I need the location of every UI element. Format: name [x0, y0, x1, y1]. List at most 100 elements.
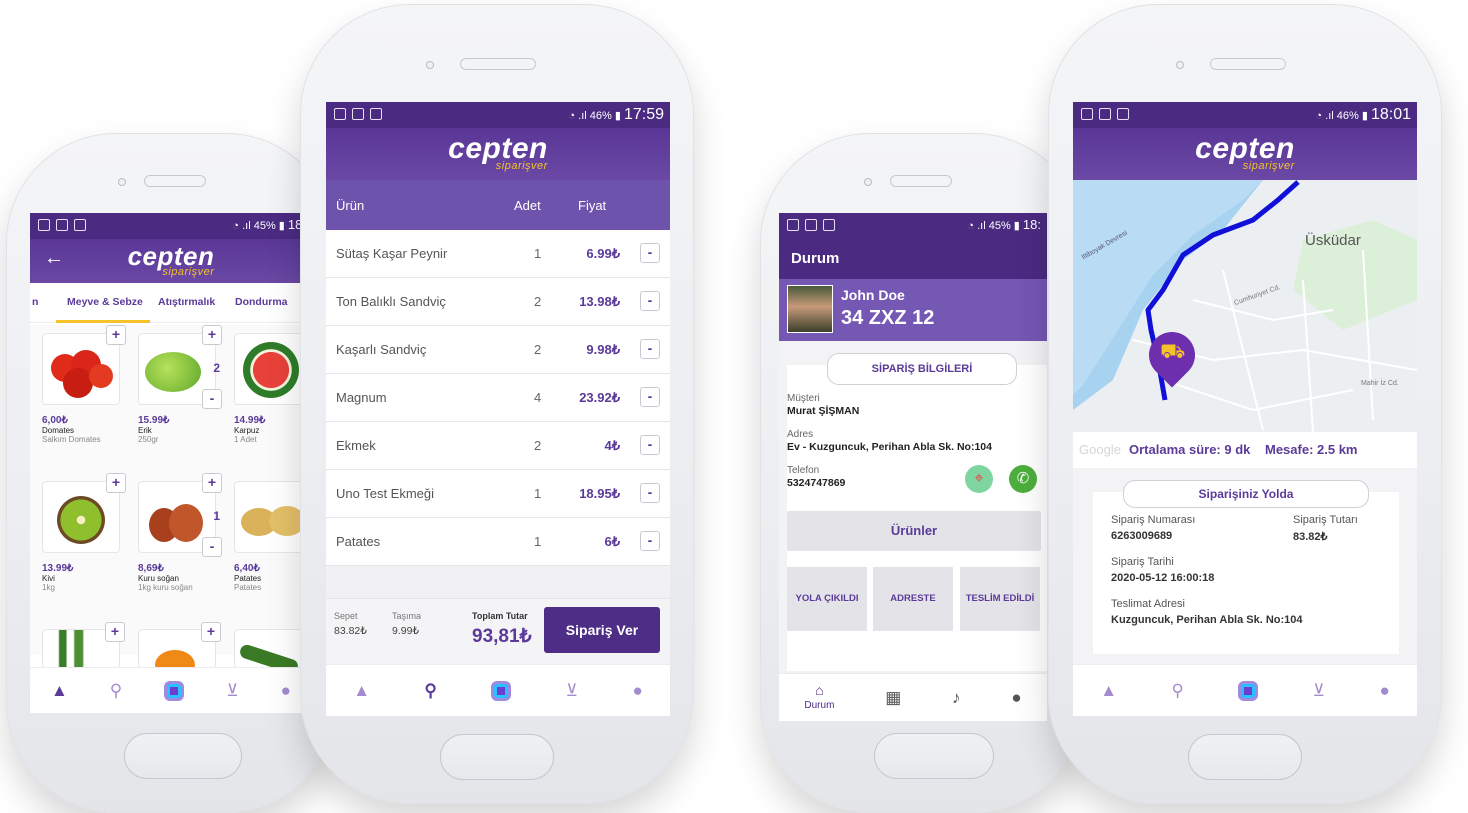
add-button[interactable]: +: [106, 473, 126, 493]
profile-icon[interactable]: ●: [1379, 681, 1389, 701]
remove-button[interactable]: -: [640, 291, 660, 311]
delivery-card: Siparişiniz Yolda Sipariş Numarası 62630…: [1093, 480, 1399, 654]
camera: [864, 178, 872, 186]
search-icon[interactable]: ⚲: [424, 681, 436, 701]
speaker: [890, 175, 952, 187]
app-header: cepten siparişver: [1073, 128, 1417, 180]
product-qty: 2: [534, 342, 542, 357]
cart-table: Sütaş Kaşar Peynir 1 6.99₺ - Ton Balıklı San…: [326, 230, 670, 598]
profile-icon[interactable]: ●: [281, 681, 291, 701]
map[interactable]: Üsküdar Cumhuriyet Cd. Mahir İz Cd. Ilti…: [1073, 180, 1417, 432]
products-button[interactable]: Ürünler: [787, 511, 1041, 551]
remove-button[interactable]: -: [640, 435, 660, 455]
remove-button[interactable]: -: [202, 389, 222, 409]
product-price: 9.98₺: [586, 342, 620, 357]
tab[interactable]: n: [32, 296, 38, 308]
camera: [1176, 61, 1184, 69]
status-delivered-button[interactable]: TESLİM EDİLDİ: [960, 567, 1040, 631]
remove-button[interactable]: -: [640, 243, 660, 263]
bell-icon[interactable]: ♪: [952, 688, 961, 708]
product-qty: 2: [534, 438, 542, 453]
home-button[interactable]: [874, 733, 994, 779]
speaker: [460, 58, 536, 70]
app-header: ← cepten siparişver: [30, 239, 312, 283]
quantity-value: 1: [213, 509, 220, 523]
order-info-card: SİPARİŞ BİLGİLERİ Müşteri Murat ŞİŞMAN A…: [787, 353, 1047, 671]
product-card[interactable]: + 1 - 8,69₺ Kuru soğan 1kg kuru soğan: [138, 473, 222, 592]
bottom-nav: ▲ ⚲ ⊻ ●: [326, 664, 670, 716]
avatar: [787, 285, 833, 333]
home-icon[interactable]: ▲: [1100, 681, 1117, 701]
basket-icon[interactable]: ⊻: [226, 681, 238, 701]
product-name: Patates: [336, 534, 381, 549]
route-summary: Google Ortalama süre: 9 dk Mesafe: 2.5 k…: [1073, 432, 1417, 468]
tab-dondurma[interactable]: Dondurma: [235, 296, 288, 308]
nav-durum[interactable]: ⌂ Durum: [804, 683, 834, 712]
remove-button[interactable]: -: [202, 537, 222, 557]
page-title: Durum: [791, 250, 840, 267]
tab-meyve-sebze[interactable]: Meyve & Sebze: [67, 296, 143, 308]
home-button[interactable]: [124, 733, 242, 779]
product-name: Magnum: [336, 390, 387, 405]
add-button[interactable]: +: [201, 622, 221, 642]
product-card[interactable]: +: [42, 622, 125, 669]
category-tabs: n Meyve & Sebze Atıştırmalık Dondurma: [30, 283, 312, 323]
product-grid: + 6,00₺ Domates Salkım Domates + 2 - 15.…: [30, 325, 312, 680]
add-button[interactable]: +: [106, 325, 126, 345]
profile-icon[interactable]: ●: [1011, 688, 1021, 708]
add-button[interactable]: +: [202, 473, 222, 493]
home-icon[interactable]: ▲: [51, 681, 68, 701]
product-card[interactable]: +: [138, 622, 221, 680]
remove-button[interactable]: -: [640, 387, 660, 407]
center-app-icon[interactable]: [164, 680, 185, 701]
product-name: Kaşarlı Sandviç: [336, 342, 427, 357]
search-icon[interactable]: ⚲: [1171, 681, 1183, 701]
scooter-icon: ⛟: [1160, 341, 1186, 364]
camera: [118, 178, 126, 186]
driver-card: John Doe 34 ZXZ 12: [779, 279, 1047, 341]
phone-call-icon[interactable]: ✆: [1009, 465, 1037, 493]
add-button[interactable]: +: [105, 622, 125, 642]
phone-4: ◔ .ıl 46% ▮ 18:01 cepten siparişver Üskü…: [1048, 4, 1442, 804]
product-qty: 1: [534, 486, 542, 501]
order-info-button[interactable]: SİPARİŞ BİLGİLERİ: [827, 353, 1017, 385]
tab-indicator: [56, 320, 150, 323]
plate-number: 34 ZXZ 12: [841, 307, 935, 329]
status-bar: ◔ .ıl 46% ▮ 18:01: [1073, 102, 1417, 128]
product-qty: 1: [534, 534, 542, 549]
status-on-the-way-button[interactable]: YOLA ÇIKILDI: [787, 567, 867, 631]
product-price: 6.99₺: [586, 246, 620, 261]
map-pin-icon[interactable]: ⌖: [965, 465, 993, 493]
product-price: 6₺: [604, 534, 620, 549]
table-row: Ekmek 2 4₺ -: [326, 422, 670, 470]
screen: ◔ .ıl 46% ▮ 17:59 cepten siparişver Ürün …: [326, 102, 670, 716]
basket-icon[interactable]: ⊻: [1313, 681, 1325, 701]
remove-button[interactable]: -: [640, 531, 660, 551]
product-qty: 2: [534, 294, 542, 309]
home-button[interactable]: [1188, 734, 1302, 780]
product-card[interactable]: + 6,00₺ Domates Salkım Domates: [42, 325, 126, 444]
center-app-icon[interactable]: [491, 680, 512, 701]
center-app-icon[interactable]: [1238, 680, 1259, 701]
home-button[interactable]: [440, 734, 554, 780]
remove-button[interactable]: -: [640, 483, 660, 503]
product-card[interactable]: + 2 - 15.99₺ Erik 250gr: [138, 325, 222, 444]
product-card[interactable]: + 13.99₺ Kivi 1kg: [42, 473, 126, 592]
map-canvas: [1073, 180, 1417, 432]
add-button[interactable]: +: [202, 325, 222, 345]
basket-icon[interactable]: ⊻: [566, 681, 578, 701]
remove-button[interactable]: -: [640, 339, 660, 359]
status-at-address-button[interactable]: ADRESTE: [873, 567, 953, 631]
arrow-left-icon[interactable]: ←: [44, 247, 64, 270]
product-name: Uno Test Ekmeği: [336, 486, 435, 501]
total-amount: 93,81₺: [472, 626, 532, 647]
status-bar: ◔ .ıl 45% ▮ 18:: [30, 213, 312, 239]
grid-icon[interactable]: ▦: [885, 688, 901, 708]
tab-atistirmalik[interactable]: Atıştırmalık: [158, 296, 215, 308]
search-icon[interactable]: ⚲: [110, 681, 122, 701]
home-icon[interactable]: ▲: [353, 681, 370, 701]
bottom-nav: ⌂ Durum ▦ ♪ ●: [779, 673, 1047, 721]
place-order-button[interactable]: Sipariş Ver: [544, 607, 660, 653]
profile-icon[interactable]: ●: [632, 681, 642, 701]
product-price: 13.98₺: [579, 294, 620, 309]
